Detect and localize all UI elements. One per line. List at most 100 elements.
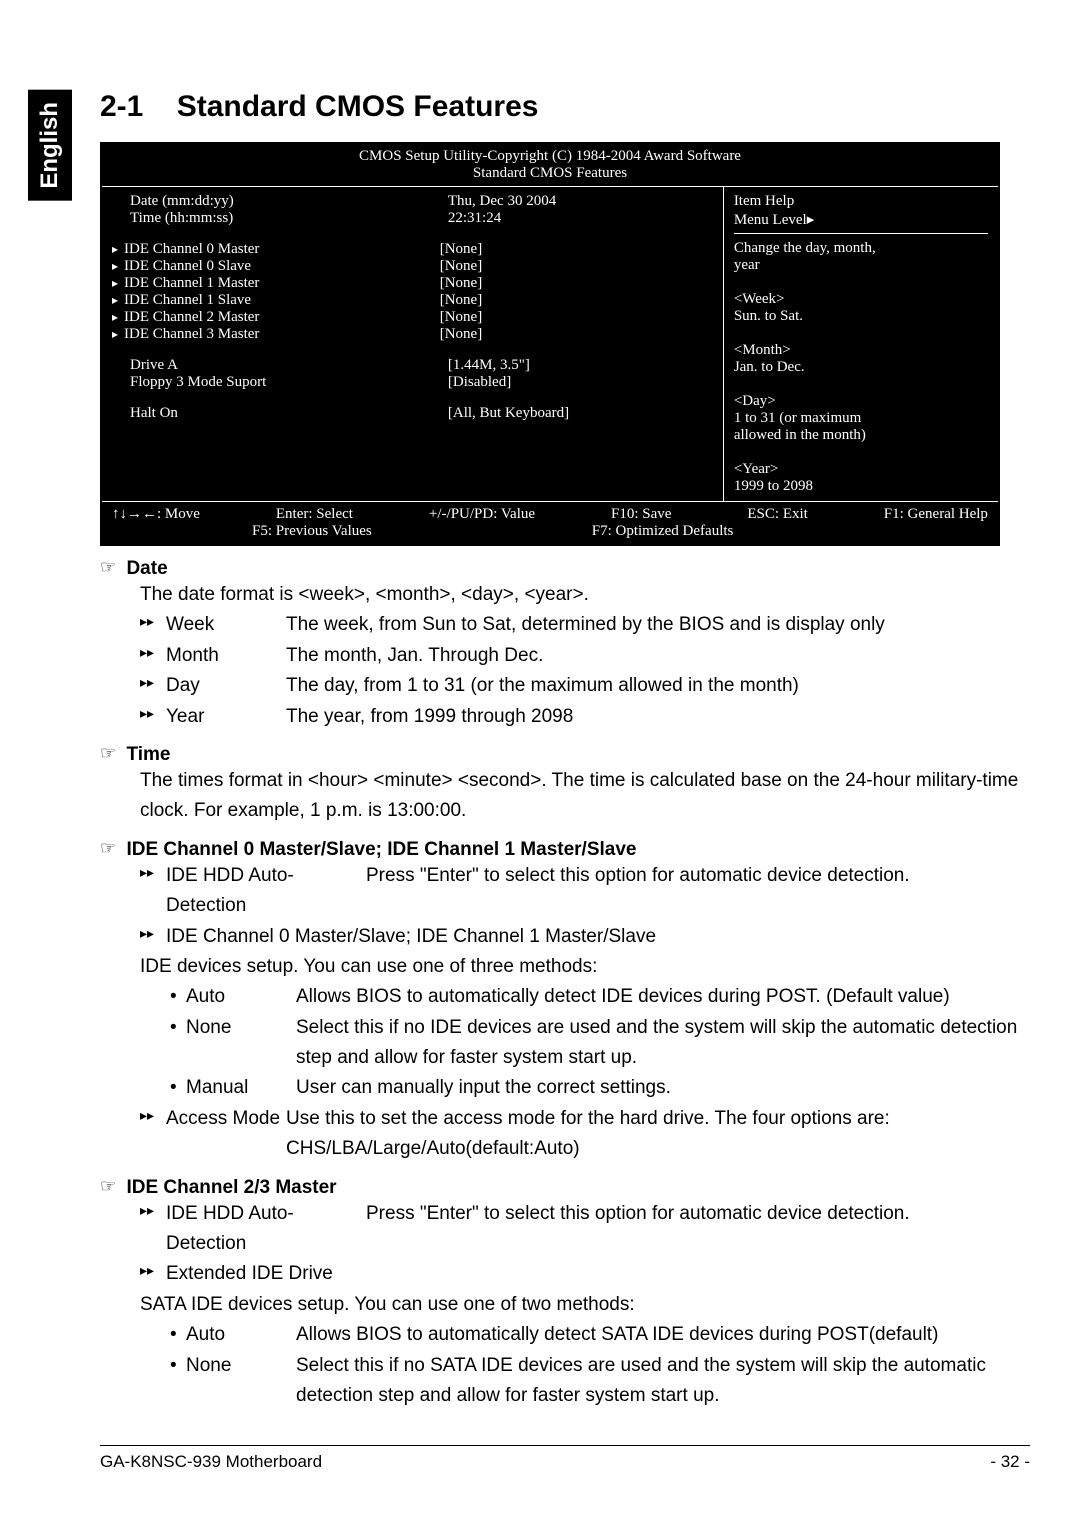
bullet-desc: Allows BIOS to automatically detect IDE …	[296, 982, 1030, 1012]
help-line: Change the day, month,	[734, 240, 988, 257]
sub-label: Day	[166, 671, 286, 701]
help-title: Item Help	[734, 193, 988, 210]
bios-label: Date (mm:dd:yy)	[112, 193, 448, 210]
section-number: 2-1	[100, 90, 143, 123]
page-footer: GA-K8NSC-939 Motherboard - 32 -	[100, 1445, 1030, 1472]
footer-left: GA-K8NSC-939 Motherboard	[100, 1452, 790, 1472]
sub-label: Month	[166, 641, 286, 671]
bios-value: [None]	[440, 326, 713, 343]
ide01-intro: IDE devices setup. You can use one of th…	[140, 952, 1030, 982]
bios-label: Halt On	[112, 405, 448, 422]
help-line	[734, 376, 988, 393]
help-line: <Year>	[734, 461, 988, 478]
bullet-icon: •	[170, 982, 186, 1012]
page-content: 2-1 Standard CMOS Features CMOS Setup Ut…	[100, 90, 1030, 1411]
bios-header-line1: CMOS Setup Utility-Copyright (C) 1984-20…	[102, 148, 998, 165]
bios-label: IDE Channel 1 Master	[112, 275, 440, 292]
bios-label: IDE Channel 2 Master	[112, 309, 440, 326]
bios-value: [None]	[440, 292, 713, 309]
sub-label: Week	[166, 610, 286, 640]
help-line	[734, 274, 988, 291]
section-title: 2-1 Standard CMOS Features	[100, 90, 1030, 124]
bios-value: [Disabled]	[448, 374, 713, 391]
bullet-label: Auto	[186, 1320, 296, 1350]
arrow-icon: ▸▸	[140, 861, 166, 922]
ide23-intro: SATA IDE devices setup. You can use one …	[140, 1290, 1030, 1320]
ide23-section: ☞ IDE Channel 2/3 Master ▸▸IDE HDD Auto-…	[100, 1177, 1030, 1412]
help-line: allowed in the month)	[734, 427, 988, 444]
bios-key: Enter: Select	[276, 506, 353, 523]
sub-desc: Press "Enter" to select this option for …	[366, 861, 1030, 922]
sub-desc: The day, from 1 to 31 (or the maximum al…	[286, 671, 1030, 701]
arrow-icon: ▸▸	[140, 1259, 166, 1289]
arrow-icon: ▸▸	[140, 610, 166, 640]
arrow-icon: ▸▸	[140, 1199, 166, 1260]
arrow-icon: ▸▸	[140, 1104, 166, 1165]
bios-screenshot: CMOS Setup Utility-Copyright (C) 1984-20…	[100, 142, 1000, 546]
bios-value: [1.44M, 3.5"]	[448, 357, 713, 374]
sub-desc: The week, from Sun to Sat, determined by…	[286, 610, 1030, 640]
sub-label: IDE HDD Auto-Detection	[166, 861, 366, 922]
bullet-desc: Select this if no SATA IDE devices are u…	[296, 1351, 1030, 1412]
bios-help-panel: Item Help Menu Level▸ Change the day, mo…	[724, 187, 998, 501]
ide01-section: ☞ IDE Channel 0 Master/Slave; IDE Channe…	[100, 839, 1030, 1165]
sub-desc: The month, Jan. Through Dec.	[286, 641, 1030, 671]
ide23-heading: IDE Channel 2/3 Master	[126, 1177, 336, 1198]
footer-page: - 32 -	[790, 1452, 1030, 1472]
help-line: <Week>	[734, 291, 988, 308]
bios-value: [None]	[440, 275, 713, 292]
arrow-icon: ▸▸	[140, 702, 166, 732]
sub-desc: Extended IDE Drive	[166, 1259, 1030, 1289]
language-tab: English	[28, 90, 72, 201]
bullet-desc: Select this if no IDE devices are used a…	[296, 1013, 1030, 1074]
bios-key: ESC: Exit	[747, 506, 807, 523]
help-line: Jan. to Dec.	[734, 359, 988, 376]
bullet-icon: •	[170, 1351, 186, 1412]
sub-desc: Use this to set the access mode for the …	[286, 1104, 1030, 1165]
bullet-desc: User can manually input the correct sett…	[296, 1073, 1030, 1103]
bios-value: [None]	[440, 258, 713, 275]
help-line: <Day>	[734, 393, 988, 410]
help-menu-level: Menu Level▸	[734, 210, 988, 234]
arrow-icon: ▸▸	[140, 922, 166, 952]
bios-header-line2: Standard CMOS Features	[102, 165, 998, 182]
bullet-label: Auto	[186, 982, 296, 1012]
time-text: The times format in <hour> <minute> <sec…	[140, 766, 1030, 827]
sub-label: IDE HDD Auto-Detection	[166, 1199, 366, 1260]
bios-label: Floppy 3 Mode Suport	[112, 374, 448, 391]
sub-desc: IDE Channel 0 Master/Slave; IDE Channel …	[166, 922, 1030, 952]
bios-header: CMOS Setup Utility-Copyright (C) 1984-20…	[102, 144, 998, 187]
help-line: <Month>	[734, 342, 988, 359]
arrow-icon: ▸▸	[140, 671, 166, 701]
help-line: 1 to 31 (or maximum	[734, 410, 988, 427]
section-title-text: Standard CMOS Features	[177, 90, 539, 123]
bullet-desc: Allows BIOS to automatically detect SATA…	[296, 1320, 1030, 1350]
date-heading: Date	[126, 558, 167, 579]
sub-label: Access Mode	[166, 1104, 286, 1165]
bios-key: F1: General Help	[884, 506, 988, 523]
sub-desc: The year, from 1999 through 2098	[286, 702, 1030, 732]
help-line	[734, 444, 988, 461]
bios-key: F5: Previous Values	[252, 523, 372, 540]
bios-key: F10: Save	[611, 506, 671, 523]
bios-label: IDE Channel 0 Slave	[112, 258, 440, 275]
hand-icon: ☞	[100, 558, 122, 576]
help-line	[734, 325, 988, 342]
hand-icon: ☞	[100, 839, 122, 857]
help-line: 1999 to 2098	[734, 478, 988, 495]
bios-label: Drive A	[112, 357, 448, 374]
bullet-label: None	[186, 1013, 296, 1074]
bios-key: ↑↓→←: Move	[112, 506, 200, 523]
hand-icon: ☞	[100, 1177, 122, 1195]
bios-label: IDE Channel 0 Master	[112, 241, 440, 258]
date-section: ☞ Date The date format is <week>, <month…	[100, 558, 1030, 732]
bios-main-panel: Date (mm:dd:yy)Thu, Dec 30 2004 Time (hh…	[102, 187, 724, 501]
bullet-icon: •	[170, 1013, 186, 1074]
bullet-icon: •	[170, 1073, 186, 1103]
bios-value: [All, But Keyboard]	[448, 405, 713, 422]
bios-label: Time (hh:mm:ss)	[112, 210, 448, 227]
bios-key: +/-/PU/PD: Value	[429, 506, 535, 523]
sub-label: Year	[166, 702, 286, 732]
time-heading: Time	[126, 744, 170, 765]
bullet-icon: •	[170, 1320, 186, 1350]
